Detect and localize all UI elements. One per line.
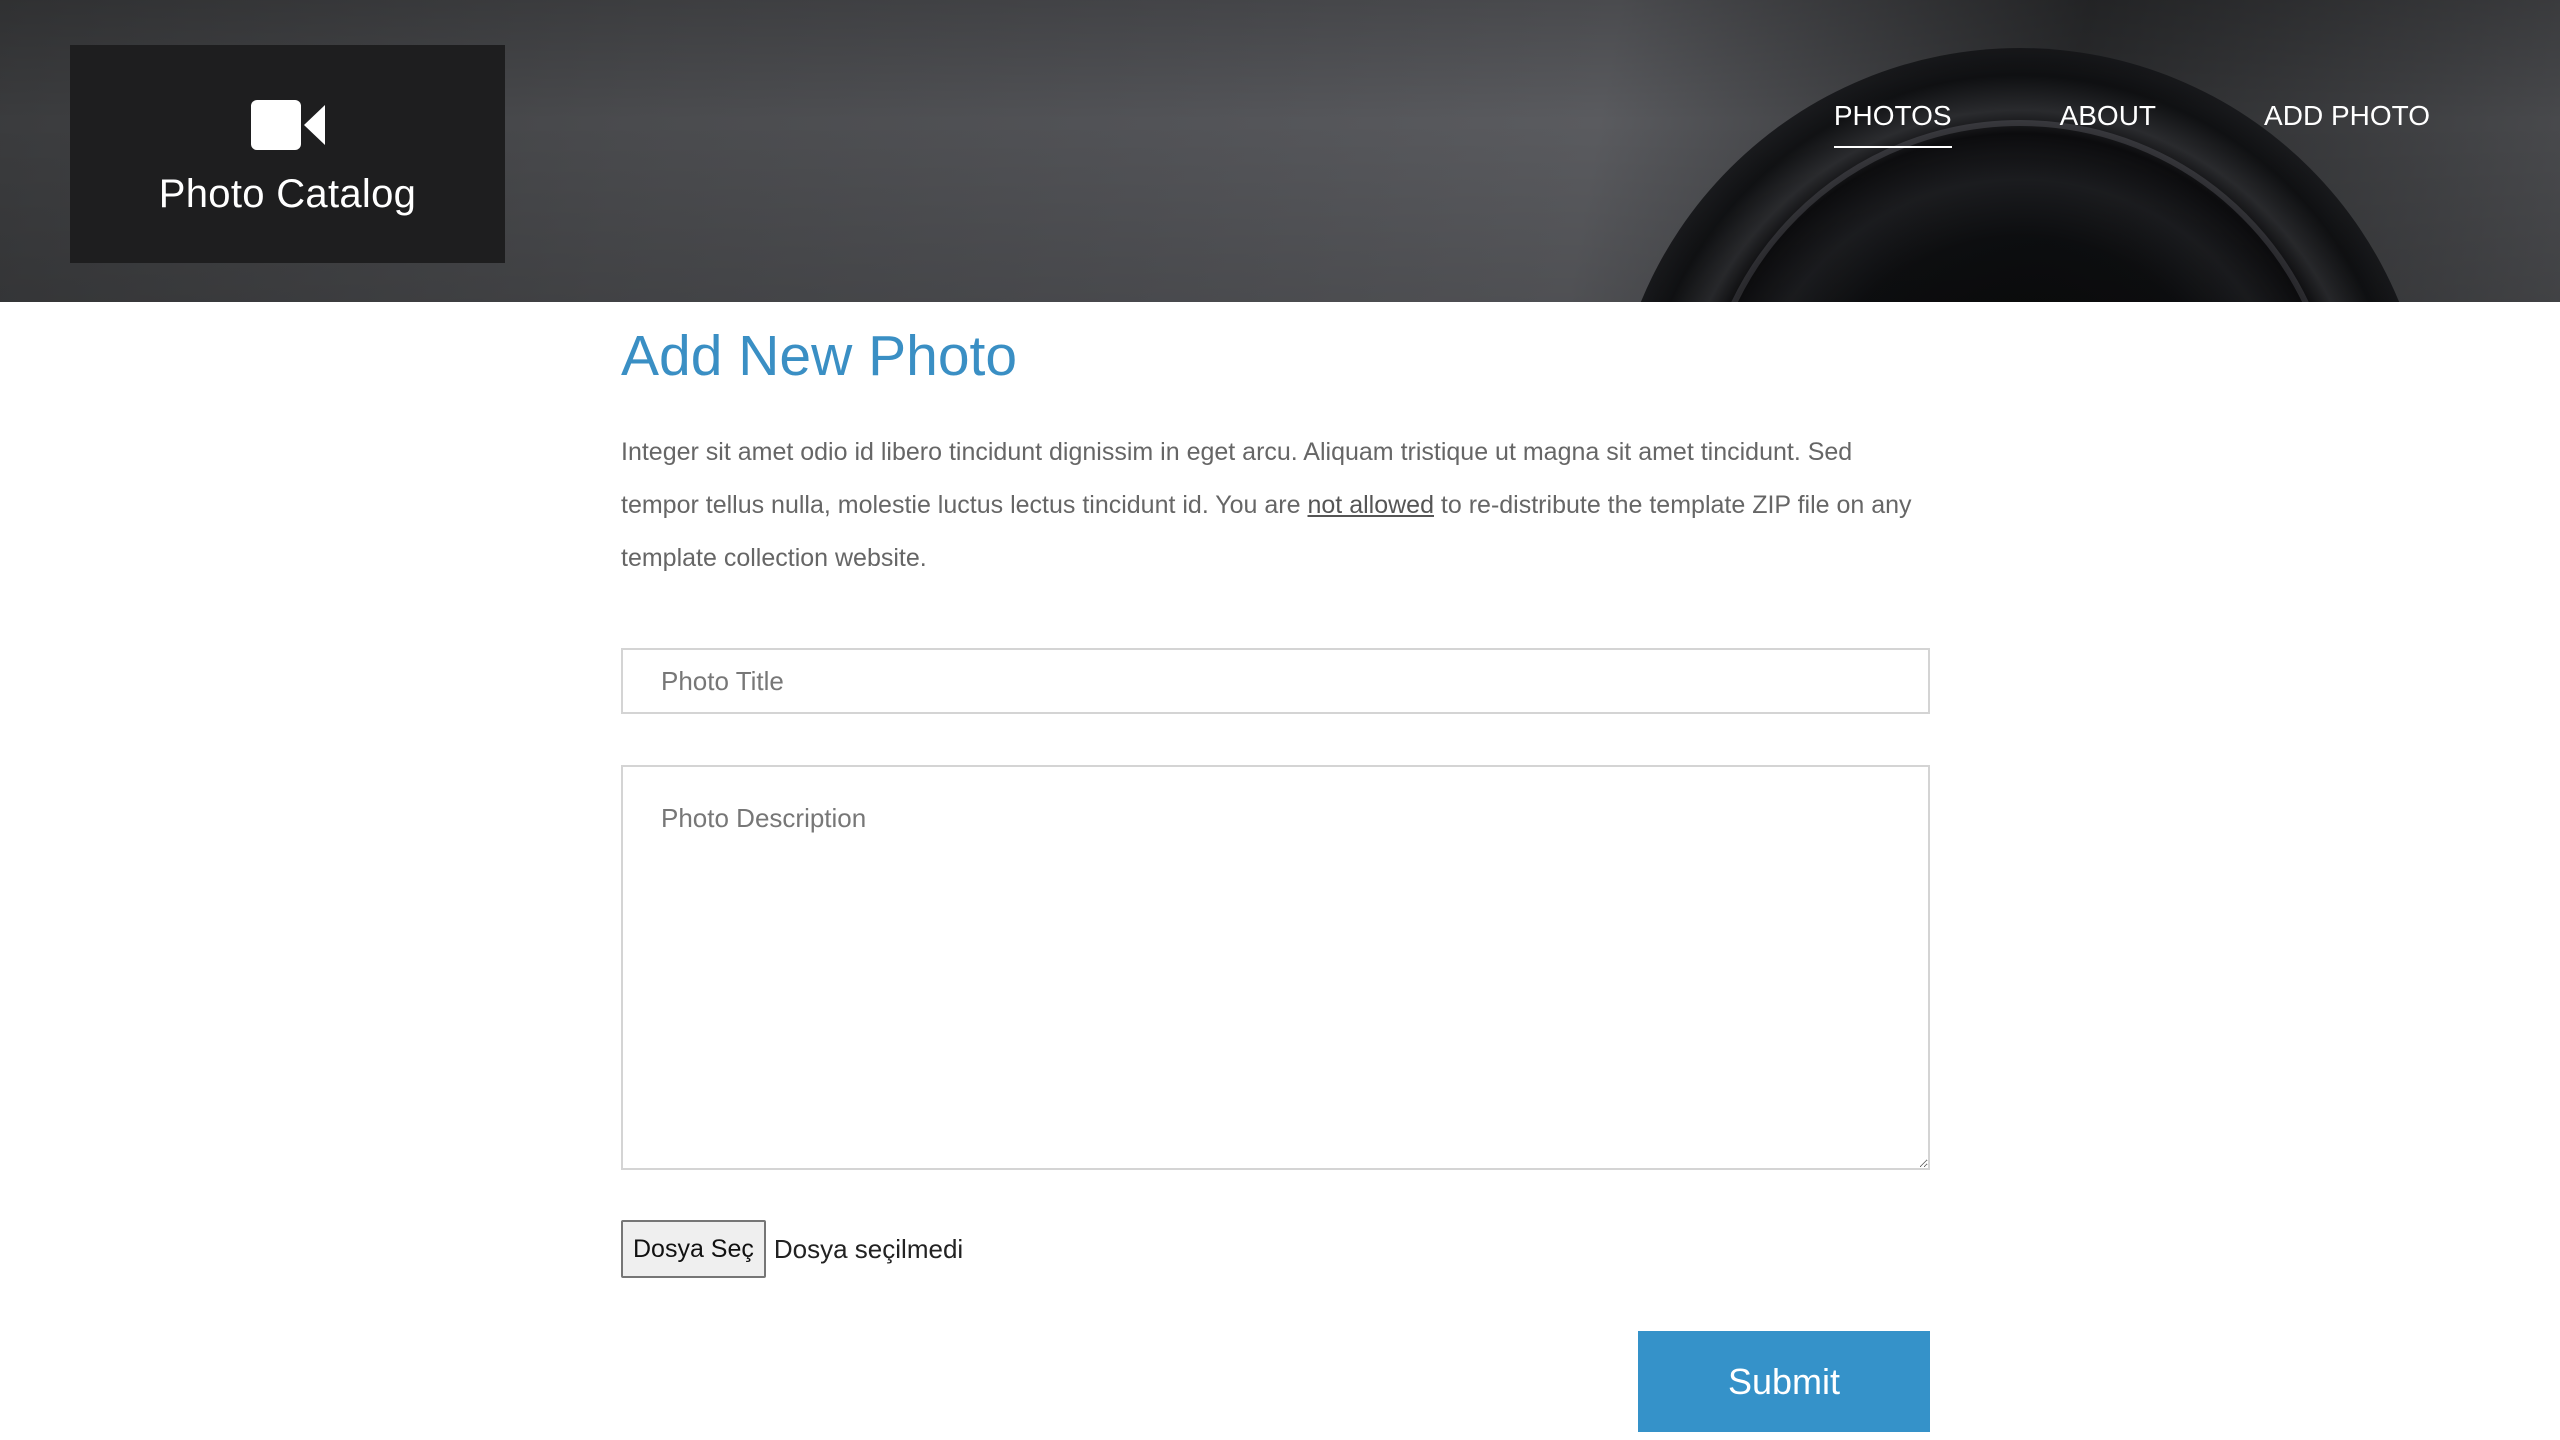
nav-item-add-photo[interactable]: ADD PHOTO	[2264, 100, 2430, 148]
brand-logo[interactable]: Photo Catalog	[70, 45, 505, 263]
video-camera-icon	[250, 99, 325, 150]
submit-row: Submit	[621, 1331, 1930, 1433]
submit-button[interactable]: Submit	[1638, 1331, 1930, 1433]
main-content: Add New Photo Integer sit amet odio id l…	[621, 302, 1930, 1433]
photo-title-input[interactable]	[621, 648, 1930, 715]
photo-description-textarea[interactable]	[621, 765, 1930, 1171]
not-allowed-link[interactable]: not allowed	[1308, 491, 1434, 519]
nav-item-about[interactable]: ABOUT	[2060, 100, 2156, 148]
main-nav: PHOTOS ABOUT ADD PHOTO	[1726, 100, 2430, 148]
site-header: Photo Catalog PHOTOS ABOUT ADD PHOTO	[0, 0, 2560, 302]
nav-item-photos[interactable]: PHOTOS	[1833, 100, 1952, 148]
choose-file-button[interactable]: Dosya Seç	[621, 1220, 766, 1279]
file-status-text: Dosya seçilmedi	[773, 1233, 964, 1264]
page-title: Add New Photo	[621, 324, 1018, 388]
brand-title: Photo Catalog	[158, 171, 417, 216]
file-input: Dosya Seç Dosya seçilmedi	[621, 1220, 1930, 1279]
intro-paragraph: Integer sit amet odio id libero tincidun…	[621, 426, 1930, 585]
add-photo-form: Dosya Seç Dosya seçilmedi Submit	[621, 648, 1930, 1433]
